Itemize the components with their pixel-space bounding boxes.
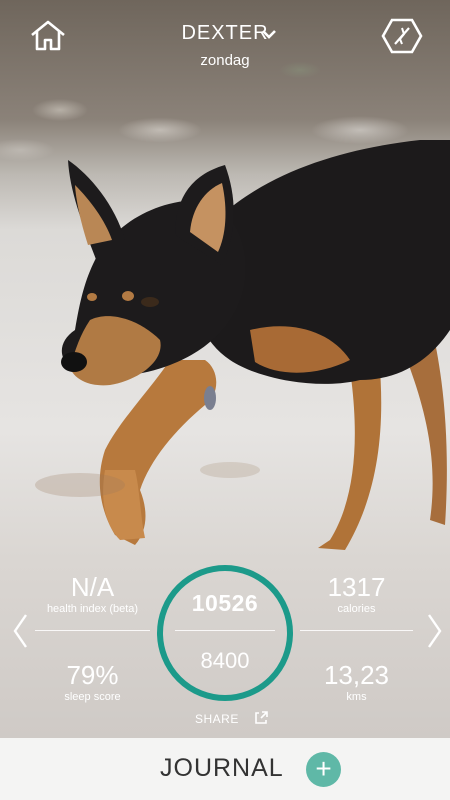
add-journal-button[interactable]: + xyxy=(306,752,341,787)
day-label: zondag xyxy=(200,52,250,69)
share-label: SHARE xyxy=(195,712,239,726)
kms-stat[interactable]: 13,23 kms xyxy=(300,660,413,704)
external-link-icon xyxy=(255,711,268,724)
calories-stat[interactable]: 1317 calories xyxy=(300,572,413,616)
bottom-bar: JOURNAL + xyxy=(0,738,450,800)
sleep-score-value: 79% xyxy=(66,660,119,690)
screen: DEXTER zondag N/A health index (beta) 79… xyxy=(0,0,450,800)
home-icon xyxy=(31,20,65,51)
chevron-down-icon xyxy=(262,30,276,39)
journal-title[interactable]: JOURNAL xyxy=(160,754,284,783)
divider-right xyxy=(300,630,413,631)
kms-value: 13,23 xyxy=(323,660,390,690)
share-button[interactable]: SHARE xyxy=(195,711,268,726)
kms-label: kms xyxy=(346,691,367,703)
health-index-value: N/A xyxy=(70,572,115,602)
plus-icon: + xyxy=(315,753,332,784)
divider-left xyxy=(35,630,150,631)
home-button[interactable] xyxy=(28,18,68,54)
device-button[interactable] xyxy=(380,17,424,55)
device-hexagon-icon xyxy=(381,18,423,54)
activity-points-value: 10526 xyxy=(191,590,259,616)
chevron-right-icon[interactable] xyxy=(423,611,445,651)
pet-name: DEXTER xyxy=(181,22,269,44)
health-index-label: health index (beta) xyxy=(46,603,139,615)
calories-value: 1317 xyxy=(327,572,386,602)
sleep-score-label: sleep score xyxy=(64,691,121,703)
activity-ring[interactable] xyxy=(157,565,293,701)
pet-selector[interactable]: DEXTER xyxy=(140,22,310,45)
activity-goal-value: 8400 xyxy=(200,648,250,673)
sleep-score-stat[interactable]: 79% sleep score xyxy=(35,660,150,704)
health-index-stat[interactable]: N/A health index (beta) xyxy=(35,572,150,616)
chevron-left-icon[interactable] xyxy=(10,611,32,651)
calories-label: calories xyxy=(337,603,376,615)
